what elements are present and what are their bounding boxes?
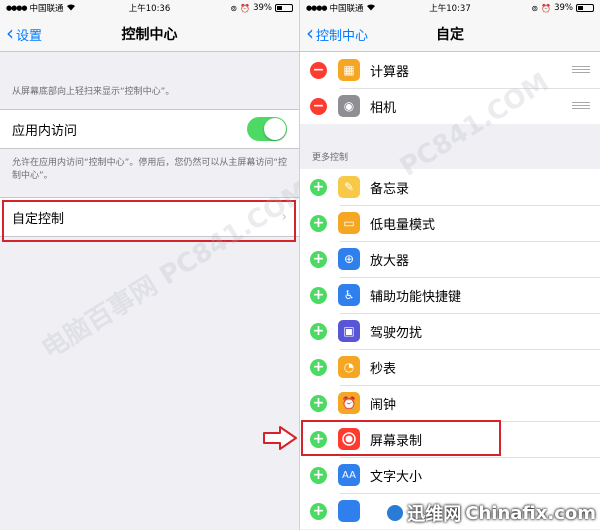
magnifier-icon: ⊕ [338, 248, 360, 270]
more-control-row: + ⊕ 放大器 [300, 241, 600, 277]
control-label: 计算器 [370, 64, 410, 80]
more-control-row: + ▣ 驾驶勿扰 [300, 313, 600, 349]
control-label: 低电量模式 [370, 217, 436, 233]
included-control-row: − ◉ 相机 [300, 88, 600, 124]
accessibility-icon: ♿ [338, 284, 360, 306]
lock-rotation-icon: ⊚ [531, 3, 539, 13]
brand-domain: Chinafix.com [465, 502, 596, 524]
add-control-button[interactable]: + [310, 466, 327, 484]
brand-logo-icon [387, 505, 404, 521]
remove-control-button[interactable]: − [310, 97, 327, 115]
back-button[interactable]: ‹ 设置 [6, 16, 42, 52]
stopwatch-icon: ◔ [338, 356, 360, 378]
add-control-button[interactable]: + [310, 286, 327, 304]
battery-icon: ▭ [338, 212, 360, 234]
navigation-bar: ‹ 设置 控制中心 [0, 16, 299, 52]
chevron-left-icon: ‹ [306, 21, 314, 45]
page-title: 控制中心 [121, 26, 178, 43]
control-center-settings-screen: ●●●● 中国联通 上午10:36 ⊚ ⏰ 39% ‹ 设置 控制中心 从屏幕底… [0, 0, 300, 530]
included-controls-list: − ▦ 计算器 − ◉ 相机 [300, 52, 600, 124]
more-control-row: + ⏰ 闹钟 [300, 385, 600, 421]
control-label: 闹钟 [370, 397, 397, 413]
add-control-button[interactable]: + [310, 394, 327, 412]
battery-icon [576, 4, 594, 12]
control-label: 备忘录 [370, 181, 410, 197]
customize-screen: ●●●● 中国联通 上午10:37 ⊚ ⏰ 39% ‹ 控制中心 自定 − ▦ … [300, 0, 600, 530]
remove-control-button[interactable]: − [310, 61, 327, 79]
navigation-bar: ‹ 控制中心 自定 [300, 16, 600, 52]
back-label: 设置 [16, 28, 43, 44]
screenshot-composite: ●●●● 中国联通 上午10:36 ⊚ ⏰ 39% ‹ 设置 控制中心 从屏幕底… [0, 0, 600, 530]
included-control-row: − ▦ 计算器 [300, 52, 600, 88]
highlight-box-screen-recording [301, 420, 501, 456]
add-control-button[interactable]: + [310, 178, 327, 196]
chevron-left-icon: ‹ [6, 21, 14, 45]
battery-percent: 39% [253, 3, 272, 13]
access-description: 允许在应用内访问“控制中心”。停用后，您仍然可以从主屏幕访问“控制中心”。 [12, 158, 287, 182]
lock-rotation-icon: ⊚ [230, 3, 238, 13]
add-control-button[interactable]: + [310, 250, 327, 268]
add-control-button[interactable]: + [310, 214, 327, 232]
battery-icon [275, 4, 293, 12]
control-label: 辅助功能快捷键 [370, 289, 462, 305]
more-control-row: + ♿ 辅助功能快捷键 [300, 277, 600, 313]
control-label: 秒表 [370, 361, 397, 377]
more-control-row: + ▭ 低电量模式 [300, 205, 600, 241]
back-button[interactable]: ‹ 控制中心 [306, 16, 368, 52]
calculator-icon: ▦ [338, 59, 360, 81]
camera-icon: ◉ [338, 95, 360, 117]
reorder-handle-icon[interactable] [572, 66, 590, 75]
access-within-apps-label: 应用内访问 [12, 123, 78, 139]
control-label: 驾驶勿扰 [370, 325, 423, 341]
notes-icon: ✎ [338, 176, 360, 198]
swipe-hint: 从屏幕底部向上轻扫来显示“控制中心”。 [12, 87, 175, 97]
status-bar: ●●●● 中国联通 上午10:37 ⊚ ⏰ 39% [300, 0, 600, 16]
status-bar: ●●●● 中国联通 上午10:36 ⊚ ⏰ 39% [0, 0, 299, 16]
reorder-handle-icon[interactable] [572, 102, 590, 111]
access-group: 应用内访问 [0, 109, 299, 150]
add-control-button[interactable]: + [310, 322, 327, 340]
add-control-button[interactable]: + [310, 358, 327, 376]
brand-name: 迅维网 [407, 504, 462, 525]
alarm-status-icon: ⏰ [541, 3, 552, 13]
app-icon [338, 500, 360, 522]
back-label: 控制中心 [316, 28, 369, 44]
control-label: 相机 [370, 100, 397, 116]
alarm-status-icon: ⏰ [240, 3, 251, 13]
control-label: 放大器 [370, 253, 410, 269]
control-label: 文字大小 [370, 469, 423, 485]
pointer-arrow-icon [262, 425, 298, 455]
access-within-apps-toggle[interactable] [247, 117, 287, 142]
toggle-knob [264, 118, 286, 141]
more-controls-list: + ✎ 备忘录 + ▭ 低电量模式 + ⊕ 放大器 + ♿ 辅助功能快捷键 + … [300, 169, 600, 529]
car-icon: ▣ [338, 320, 360, 342]
battery-percent: 39% [554, 3, 573, 13]
add-control-button[interactable]: + [310, 502, 327, 520]
page-title: 自定 [436, 26, 464, 43]
site-brand: 迅维网 Chinafix.com [387, 500, 596, 526]
more-control-row: + ◔ 秒表 [300, 349, 600, 385]
alarm-icon: ⏰ [338, 392, 360, 414]
text-size-icon: AA [338, 464, 360, 486]
access-within-apps-row: 应用内访问 [0, 110, 299, 148]
more-control-row: + ✎ 备忘录 [300, 169, 600, 205]
more-control-row: + AA 文字大小 [300, 457, 600, 493]
